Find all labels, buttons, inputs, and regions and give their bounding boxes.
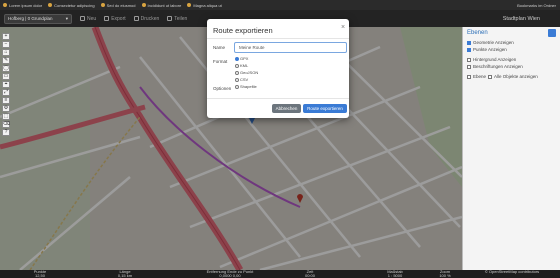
bookmark-icon [187,3,192,7]
select-button[interactable]: ⬚ [2,113,10,120]
options-label: Optionen [213,86,232,91]
print-icon [133,16,139,21]
status-col: Länge 0,15 km [117,269,133,278]
attribution[interactable]: © OpenStreetMap contributors [466,270,558,274]
name-label: Name [213,45,226,50]
rectangle-tool-button[interactable]: ▭ [2,73,10,80]
zoom-out-button[interactable]: − [2,41,10,48]
format-radio-gpx[interactable]: GPX [235,56,248,61]
toolbar-export-button[interactable]: Export [104,16,126,22]
map-controls: + − ⌂ ✎ ◯ ▭ ⌖ ⤢ ≡ ⚙ ⬚ ⌫ ? [2,33,10,136]
bookmarks-folder[interactable]: Bookmarks im Ordner [517,3,560,8]
checkbox[interactable] [467,47,471,52]
share-icon [167,16,173,21]
bookmark-icon [48,3,53,7]
status-col: Entfernung Ende zu Punkt 0,0000 0,00 [206,269,254,278]
bookmark-item[interactable]: Incididunt ut labore [141,3,181,8]
checkbox[interactable] [467,40,471,45]
circle-tool-button[interactable]: ◯ [2,65,10,72]
checkbox[interactable] [467,74,471,79]
checkbox[interactable] [488,74,493,79]
plan-select[interactable]: Hofberg | 0 Grundplan ▾ [4,13,72,24]
layer-filter[interactable]: Ebene Alle Objekte anzeigen [463,73,560,80]
layer-toggle[interactable]: Geometrie Anzeigen [463,39,560,46]
status-bar: Punkte 12,50 Länge 0,15 km Entfernung Ende… [0,270,560,278]
help-button[interactable]: ? [2,129,10,136]
map-title: Stadtplan Wien [502,15,540,22]
divider [207,98,349,99]
format-radio-shapefile[interactable]: Shapefile [235,84,257,89]
route-name-input[interactable]: Meine Route [234,42,347,53]
checkbox[interactable] [467,57,471,62]
home-button[interactable]: ⌂ [2,49,10,56]
toolbar-print-button[interactable]: Drucken [133,16,159,22]
fullscreen-button[interactable]: ⤢ [2,89,10,96]
radio-button[interactable] [235,84,239,89]
dialog-title: Route exportieren [213,26,273,35]
layers-panel: Ebenen Geometrie Anzeigen Punkte Anzeige… [462,27,560,270]
bookmark-item[interactable]: Consectetur adipiscing [48,3,95,8]
status-col: Punkte 12,50 [33,269,47,278]
bookmarks-bar: Lorem ipsum dolor Consectetur adipiscing… [0,0,560,10]
panel-toggle-button[interactable] [548,29,556,37]
layers-panel-title: Ebenen [467,30,488,36]
locate-button[interactable]: ⌖ [2,81,10,88]
delete-button[interactable]: ⌫ [2,121,10,128]
radio-button[interactable] [235,77,239,82]
zoom-in-button[interactable]: + [2,33,10,40]
layer-toggle[interactable]: Punkte Anzeigen [463,46,560,53]
cancel-button[interactable]: Abbrechen [272,104,301,113]
settings-button[interactable]: ⚙ [2,105,10,112]
status-col: Zoom 100 % [439,269,451,278]
radio-button[interactable] [235,63,239,68]
export-icon [104,16,110,21]
status-col: Zeit 00:00 [304,269,315,278]
export-route-dialog: Route exportieren × Name Meine Route For… [207,19,349,118]
status-col: Maßstab 1 : 5000 [387,269,403,278]
bookmark-icon [3,3,7,7]
chevron-down-icon: ▾ [65,15,68,21]
radio-button[interactable] [235,56,239,61]
format-radio-geojson[interactable]: GeoJSON [235,70,258,75]
toolbar-share-button[interactable]: Teilen [167,16,187,22]
format-radio-csv[interactable]: CSV [235,77,248,82]
layer-toggle[interactable]: Beschriftungen Anzeigen [463,63,560,70]
bookmark-icon [100,3,105,7]
bookmark-item[interactable]: Lorem ipsum dolor [3,3,42,8]
format-label: Format [213,59,228,64]
checkbox[interactable] [467,64,471,69]
file-icon [80,16,85,21]
layers-panel-header: Ebenen [463,27,560,39]
bookmark-item[interactable]: Magna aliqua ut [187,3,222,8]
layers-button[interactable]: ≡ [2,97,10,104]
bookmark-icon [141,3,146,7]
layer-toggle[interactable]: Hintergrund Anzeigen [463,56,560,63]
divider [207,38,349,39]
format-radio-kml[interactable]: KML [235,63,248,68]
close-icon[interactable]: × [341,24,345,31]
draw-button[interactable]: ✎ [2,57,10,64]
radio-button[interactable] [235,70,239,75]
export-route-button[interactable]: Route exportieren [303,104,347,113]
toolbar-new-button[interactable]: Neu [80,16,96,22]
bookmark-item[interactable]: Sed do eiusmod [100,3,136,8]
